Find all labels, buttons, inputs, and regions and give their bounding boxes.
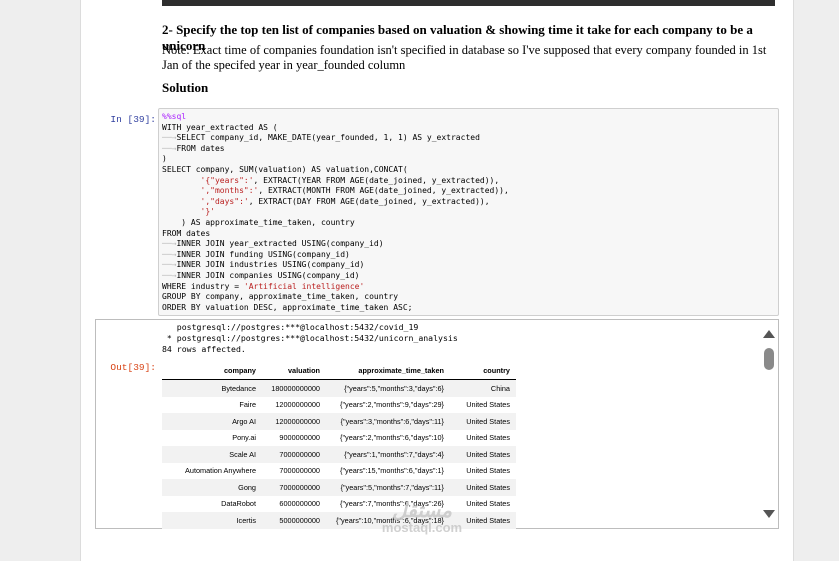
- column-header-company: company: [162, 362, 262, 380]
- input-prompt: In [39]:: [110, 114, 156, 125]
- output-prompt: Out[39]:: [110, 362, 156, 373]
- watermark-url: mostaql.com: [381, 520, 463, 535]
- table-row: Pony.ai 9000000000 {"years":2,"months":6,"…: [232, 433, 510, 443]
- solution-heading: Solution: [162, 80, 209, 95]
- sql-code[interactable]: %%sql WITH year_extracted AS ( ──→SELECT…: [162, 112, 509, 313]
- previous-cell-bar: [162, 0, 775, 6]
- table-row: Bytedance 180000000000 {"years":5,"months"…: [162, 379, 516, 397]
- table-row: Faire 12000000000 {"years":2,"months":9,"d…: [239, 400, 510, 410]
- scrollbar-thumb[interactable]: [764, 348, 774, 370]
- table-row: Gong 7000000000 {"years":5,"months":7,"day…: [162, 479, 516, 496]
- column-header-country: country: [450, 362, 516, 380]
- column-header-time: approximate_time_taken: [326, 362, 450, 380]
- table-row: Automation Anywhere 7000000000 {"years":15…: [185, 466, 510, 476]
- scroll-down-icon[interactable]: [763, 510, 775, 518]
- column-header-valuation: valuation: [262, 362, 326, 380]
- note-text: Note: Exact time of companies foundation…: [162, 43, 767, 72]
- output-scrollbar[interactable]: [760, 326, 778, 522]
- scroll-up-icon[interactable]: [763, 330, 775, 338]
- table-row: Argo AI 12000000000 {"years":3,"months":6,…: [162, 413, 516, 430]
- watermark: مستقل mostaql.com: [367, 498, 477, 535]
- table-row: Scale AI 7000000000 {"years":1,"months":7,…: [162, 446, 516, 463]
- table-header-row: company valuation approximate_time_taken…: [162, 362, 516, 380]
- output-log: postgresql://postgres:***@localhost:5432…: [162, 322, 458, 354]
